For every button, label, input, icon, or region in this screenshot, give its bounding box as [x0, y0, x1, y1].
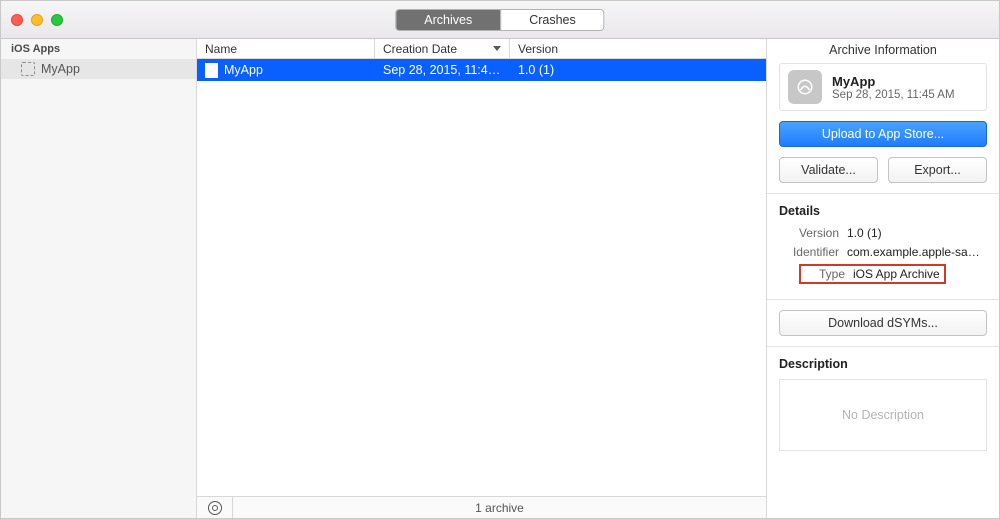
table-header: Name Creation Date Version	[197, 39, 766, 59]
traffic-lights	[11, 14, 63, 26]
minimize-window-button[interactable]	[31, 14, 43, 26]
archive-date: Sep 28, 2015, 11:45 AM	[832, 89, 955, 101]
archive-summary: MyApp Sep 28, 2015, 11:45 AM	[779, 63, 987, 111]
details-label-type: Type	[805, 267, 845, 281]
row-name: MyApp	[224, 63, 263, 77]
window-body: iOS Apps MyApp Name Creation Date Versio…	[1, 39, 999, 518]
table-row[interactable]: MyApp Sep 28, 2015, 11:45 AM 1.0 (1)	[197, 59, 766, 81]
tab-archives[interactable]: Archives	[396, 10, 500, 30]
sidebar-item-app[interactable]: MyApp	[1, 59, 196, 79]
status-text: 1 archive	[233, 501, 766, 515]
sidebar: iOS Apps MyApp	[1, 39, 197, 518]
validate-button[interactable]: Validate...	[779, 157, 878, 183]
details-section: Details Version 1.0 (1) Identifier com.e…	[767, 193, 999, 299]
gear-icon	[208, 501, 222, 515]
app-placeholder-icon	[21, 62, 35, 76]
organizer-window: Archives Crashes iOS Apps MyApp Name Cre…	[0, 0, 1000, 519]
validate-export-row: Validate... Export...	[767, 157, 999, 193]
archive-doc-icon	[205, 63, 218, 78]
table-rows: MyApp Sep 28, 2015, 11:45 AM 1.0 (1)	[197, 59, 766, 496]
sidebar-section-header: iOS Apps	[1, 39, 196, 59]
tab-crashes[interactable]: Crashes	[500, 10, 604, 30]
actions-menu-button[interactable]	[197, 497, 233, 518]
description-title: Description	[779, 357, 987, 371]
archive-app-icon	[788, 70, 822, 104]
row-date: Sep 28, 2015, 11:45 AM	[375, 63, 510, 77]
tab-segmented-control: Archives Crashes	[395, 9, 604, 31]
description-box[interactable]: No Description	[779, 379, 987, 451]
sort-descending-icon	[493, 46, 501, 51]
status-bar: 1 archive	[197, 496, 766, 518]
description-placeholder: No Description	[842, 408, 924, 422]
details-value-version: 1.0 (1)	[847, 226, 987, 240]
details-label-version: Version	[779, 226, 839, 240]
description-section: Description No Description	[767, 346, 999, 461]
zoom-window-button[interactable]	[51, 14, 63, 26]
dsyms-section: Download dSYMs...	[767, 299, 999, 346]
inspector: Archive Information MyApp Sep 28, 2015, …	[766, 39, 999, 518]
details-label-identifier: Identifier	[779, 245, 839, 259]
column-header-version[interactable]: Version	[510, 39, 766, 58]
export-button[interactable]: Export...	[888, 157, 987, 183]
window-titlebar: Archives Crashes	[1, 1, 999, 39]
column-header-name[interactable]: Name	[197, 39, 375, 58]
details-value-identifier: com.example.apple-sam…	[847, 245, 987, 259]
details-title: Details	[779, 204, 987, 218]
row-version: 1.0 (1)	[510, 63, 766, 77]
close-window-button[interactable]	[11, 14, 23, 26]
download-dsyms-button[interactable]: Download dSYMs...	[779, 310, 987, 336]
column-header-date[interactable]: Creation Date	[375, 39, 510, 58]
details-value-type: iOS App Archive	[853, 267, 940, 281]
sidebar-item-label: MyApp	[41, 62, 80, 76]
inspector-title: Archive Information	[767, 39, 999, 63]
archive-name: MyApp	[832, 74, 955, 89]
upload-button[interactable]: Upload to App Store...	[779, 121, 987, 147]
archives-main: Name Creation Date Version MyApp Sep 28,…	[197, 39, 766, 518]
